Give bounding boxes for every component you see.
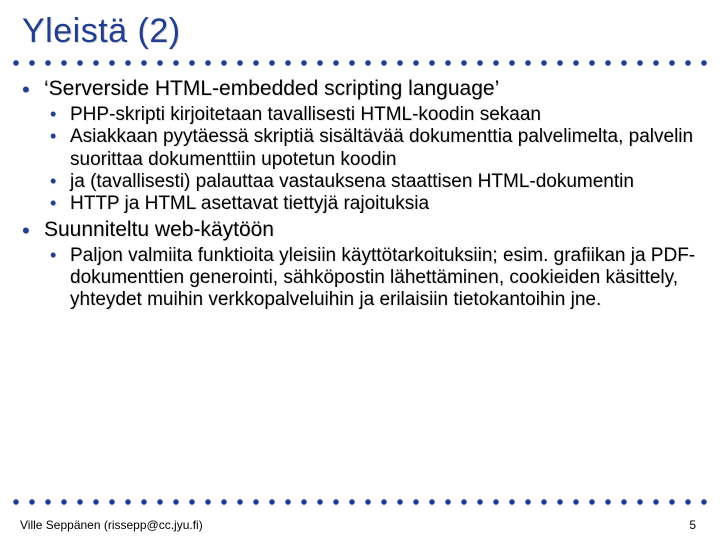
bullet-level1: ‘Serverside HTML-embedded scripting lang… (14, 77, 706, 216)
footer-page-number: 5 (689, 518, 696, 532)
bullet-text: Suunniteltu web-käytöön (44, 218, 274, 241)
bullet-text: ‘Serverside HTML-embedded scripting lang… (44, 77, 499, 100)
bullet-text: ja (tavallisesti) palauttaa vastauksena … (70, 171, 634, 192)
slide-title: Yleistä (2) (0, 0, 720, 57)
footer-author: Ville Seppänen (rissepp@cc.jyu.fi) (20, 518, 203, 532)
bullet-level2: HTTP ja HTML asettavat tiettyjä rajoituk… (44, 193, 706, 215)
bullet-text: HTTP ja HTML asettavat tiettyjä rajoituk… (70, 193, 429, 214)
bullet-text: Asiakkaan pyytäessä skriptiä sisältävää … (70, 126, 693, 169)
bullet-level2: PHP-skripti kirjoitetaan tavallisesti HT… (44, 104, 706, 126)
footer: Ville Seppänen (rissepp@cc.jyu.fi) 5 (0, 518, 720, 532)
bullet-text: Paljon valmiita funktioita yleisiin käyt… (70, 245, 695, 311)
slide-content: ‘Serverside HTML-embedded scripting lang… (0, 77, 720, 312)
bullet-level1: Suunniteltu web-käytöön Paljon valmiita … (14, 218, 706, 312)
bullet-text: PHP-skripti kirjoitetaan tavallisesti HT… (70, 104, 541, 125)
bullet-level2: ja (tavallisesti) palauttaa vastauksena … (44, 171, 706, 193)
bullet-level2: Asiakkaan pyytäessä skriptiä sisältävää … (44, 126, 706, 171)
bullet-level2: Paljon valmiita funktioita yleisiin käyt… (44, 245, 706, 312)
divider-top (8, 59, 712, 67)
divider-bottom (8, 498, 712, 506)
